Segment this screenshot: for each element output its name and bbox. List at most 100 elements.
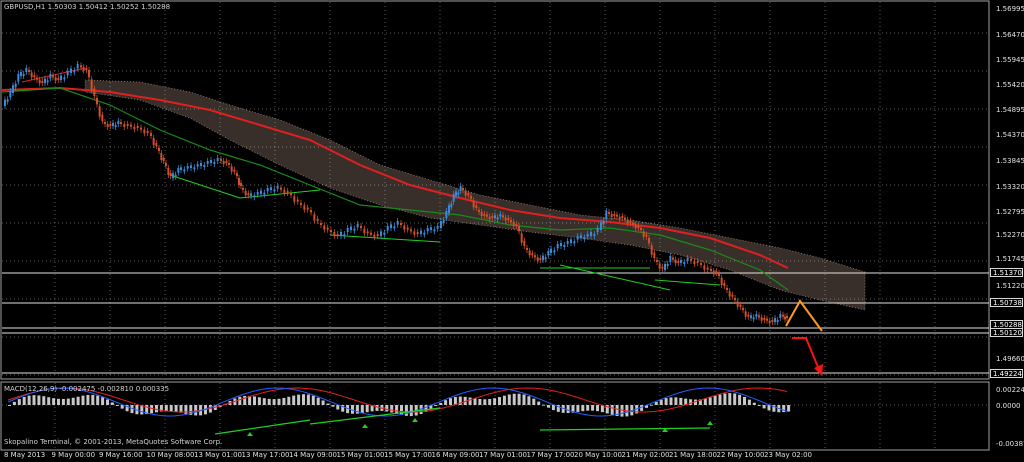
candle-body	[300, 203, 302, 205]
price-axis-label: 1.54895	[996, 106, 1024, 114]
candle-body	[293, 196, 296, 202]
candle-body	[155, 143, 158, 146]
candle-body	[542, 255, 544, 260]
candle-body	[696, 261, 699, 263]
candle-body	[491, 216, 494, 218]
candle-body	[480, 212, 483, 216]
macd-histogram-bar	[728, 393, 732, 405]
candle-body	[140, 127, 142, 130]
candle-body	[531, 253, 534, 256]
macd-histogram-bar	[17, 399, 21, 405]
candle-body	[416, 232, 419, 234]
candle-body	[206, 161, 209, 164]
candle-body	[494, 215, 496, 218]
candle-body	[106, 124, 109, 127]
candle-body	[90, 79, 93, 91]
price-axis-label: 1.55420	[996, 81, 1024, 89]
macd-histogram-bar	[262, 398, 266, 405]
candle-body	[396, 221, 399, 225]
candle-body	[515, 224, 518, 226]
macd-up-arrow	[362, 424, 368, 428]
candle-body	[634, 224, 637, 229]
candle-body	[28, 70, 30, 72]
macd-histogram-bar	[184, 405, 188, 414]
candle-body	[426, 228, 429, 232]
candle-body	[290, 193, 292, 195]
time-axis-label: 17 May 01:00	[479, 451, 528, 459]
candle-body	[413, 231, 416, 235]
candle-body	[169, 173, 172, 176]
candle-body	[363, 228, 366, 234]
macd-histogram-bar	[752, 402, 756, 405]
price-box-label: 1.51370	[990, 268, 1023, 277]
candle-body	[661, 266, 664, 269]
time-axis-label: 20 May 10:00	[574, 451, 623, 459]
chart-title: GBPUSD,H1 1.50303 1.50412 1.50252 1.5028…	[4, 3, 170, 12]
macd-histogram-bar	[488, 399, 492, 405]
candle-body	[52, 75, 54, 78]
candle-body	[136, 126, 139, 128]
macd-histogram-bar	[409, 405, 413, 417]
candle-body	[502, 215, 504, 218]
macd-histogram-bar	[743, 396, 746, 405]
candle-body	[49, 74, 52, 79]
candle-body	[763, 318, 766, 320]
candle-body	[576, 236, 579, 240]
candle-body	[236, 173, 238, 176]
candle-body	[316, 218, 319, 221]
candle-body	[774, 318, 776, 322]
candle-body	[109, 124, 112, 126]
candle-body	[313, 214, 316, 221]
macd-histogram-bar	[385, 405, 389, 412]
candle-body	[680, 260, 682, 263]
candle-body	[150, 133, 152, 136]
candle-body	[712, 271, 715, 274]
symbol-title: GBPUSD,H1	[4, 3, 46, 11]
macd-histogram-bar	[238, 396, 242, 405]
macd-histogram-bar	[444, 400, 448, 405]
candle-body	[586, 234, 589, 237]
macd-histogram-bar	[566, 405, 570, 414]
macd-histogram-bar	[375, 405, 379, 411]
candle-body	[323, 225, 326, 230]
macd-histogram-bar	[66, 398, 70, 405]
candle-body	[760, 317, 763, 321]
candle-body	[703, 265, 706, 270]
macd-up-arrow	[247, 432, 253, 436]
candle-body	[162, 158, 165, 161]
candle-body	[768, 320, 771, 324]
candle-body	[9, 91, 12, 98]
candle-body	[648, 238, 650, 244]
candle-body	[608, 212, 610, 214]
macd-histogram-bar	[782, 405, 786, 413]
price-axis-label: 1.52270	[996, 231, 1024, 239]
candle-body	[350, 226, 352, 230]
candle-body	[280, 187, 282, 190]
candle-body	[520, 233, 523, 243]
time-axis-label: 9 May 00:00	[51, 451, 96, 459]
candle-body	[273, 189, 276, 192]
macd-histogram-bar	[679, 397, 683, 405]
time-axis-label: 21 May 18:00	[669, 451, 718, 459]
candle-body	[242, 188, 244, 190]
candle-body	[17, 74, 20, 82]
candle-body	[758, 315, 760, 318]
price-axis-label: 1.56995	[996, 5, 1024, 13]
candle-body	[706, 267, 709, 270]
candle-body	[618, 216, 621, 220]
candle-body	[98, 106, 101, 117]
candle-body	[556, 244, 559, 249]
candle-body	[642, 231, 645, 237]
candle-body	[583, 237, 586, 240]
candle-body	[462, 188, 464, 190]
candle-body	[656, 260, 658, 262]
macd-histogram-bar	[703, 398, 707, 405]
time-axis-label: 13 May 01:00	[194, 451, 243, 459]
candle-body	[459, 186, 462, 191]
candle-body	[593, 234, 596, 236]
macd-histogram-bar	[517, 393, 521, 405]
price-box-label: 1.49224	[990, 369, 1023, 378]
candle-body	[442, 220, 445, 223]
candle-body	[504, 217, 507, 221]
macd-histogram-bar	[757, 405, 761, 406]
